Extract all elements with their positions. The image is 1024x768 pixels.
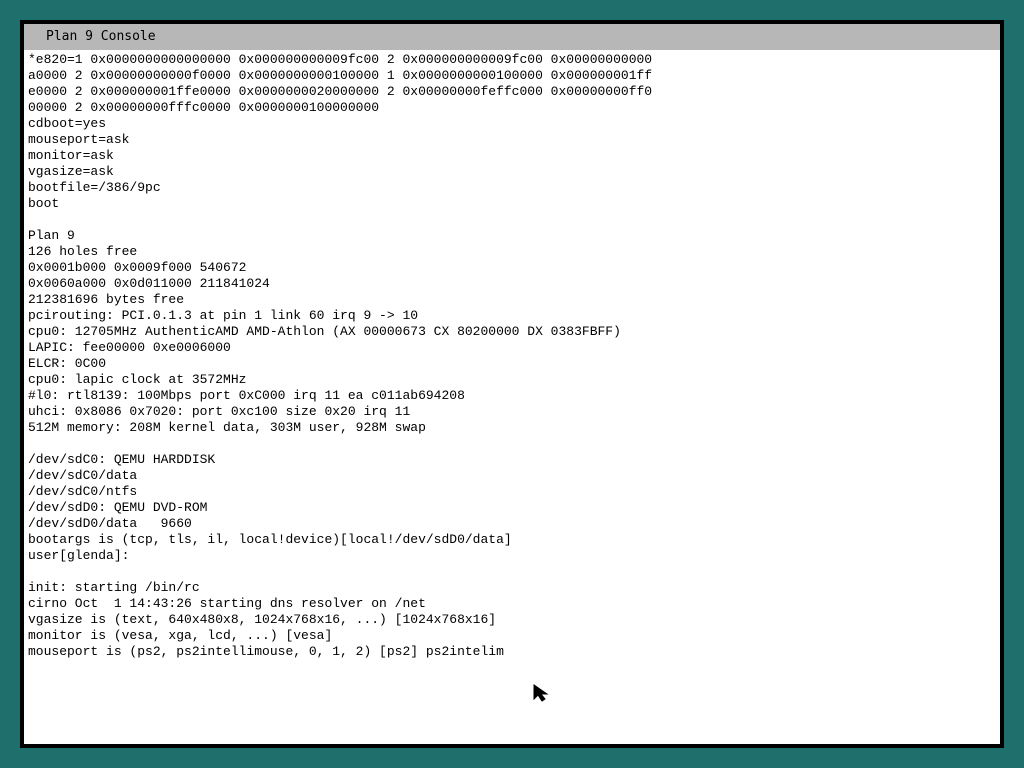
console-line: vgasize is (text, 640x480x8, 1024x768x16… [28,612,497,627]
console-line: cirno Oct 1 14:43:26 starting dns resolv… [28,596,426,611]
console-line: /dev/sdC0/data [28,468,138,483]
console-line: 0x0001b000 0x0009f000 540672 [28,260,247,275]
console-line: user[glenda]: [28,548,130,563]
console-line: mouseport is (ps2, ps2intellimouse, 0, 1… [28,644,504,659]
console-window[interactable]: Plan 9 Console *e820=1 0x000000000000000… [20,20,1004,748]
console-line: mouseport=ask [28,132,130,147]
window-title: Plan 9 Console [46,29,156,44]
console-lines: *e820=1 0x0000000000000000 0x00000000000… [28,52,652,660]
console-line: #l0: rtl8139: 100Mbps port 0xC000 irq 11… [28,388,465,403]
console-line: /dev/sdD0/data 9660 [28,516,192,531]
console-line: vgasize=ask [28,164,114,179]
console-line: /dev/sdC0: QEMU HARDDISK [28,452,216,467]
console-line: LAPIC: fee00000 0xe0006000 [28,340,231,355]
console-line: Plan 9 [28,228,75,243]
console-line: 512M memory: 208M kernel data, 303M user… [28,420,426,435]
console-line: monitor is (vesa, xga, lcd, ...) [vesa] [28,628,333,643]
console-line: *e820=1 0x0000000000000000 0x00000000000… [28,52,653,67]
console-line: monitor=ask [28,148,114,163]
console-line: bootfile=/386/9pc [28,180,161,195]
console-output[interactable]: *e820=1 0x0000000000000000 0x00000000000… [24,50,1000,744]
console-line: 126 holes free [28,244,138,259]
console-line: /dev/sdC0/ntfs [28,484,138,499]
console-line: 00000 2 0x00000000fffc0000 0x00000001000… [28,100,380,115]
console-line: e0000 2 0x000000001ffe0000 0x00000000200… [28,84,653,99]
mouse-pointer-icon [533,684,549,702]
console-line: pcirouting: PCI.0.1.3 at pin 1 link 60 i… [28,308,419,323]
console-line: cpu0: 12705MHz AuthenticAMD AMD-Athlon (… [28,324,621,339]
console-line: init: starting /bin/rc [28,580,200,595]
window-titlebar[interactable]: Plan 9 Console [24,24,1000,50]
console-line: ELCR: 0C00 [28,356,107,371]
console-line: 212381696 bytes free [28,292,185,307]
console-line: /dev/sdD0: QEMU DVD-ROM [28,500,208,515]
console-line: a0000 2 0x00000000000f0000 0x00000000001… [28,68,653,83]
console-line: boot [28,196,60,211]
console-line: uhci: 0x8086 0x7020: port 0xc100 size 0x… [28,404,411,419]
console-line: cdboot=yes [28,116,107,131]
console-line: 0x0060a000 0x0d011000 211841024 [28,276,270,291]
console-line: bootargs is (tcp, tls, il, local!device)… [28,532,512,547]
console-line: cpu0: lapic clock at 3572MHz [28,372,247,387]
